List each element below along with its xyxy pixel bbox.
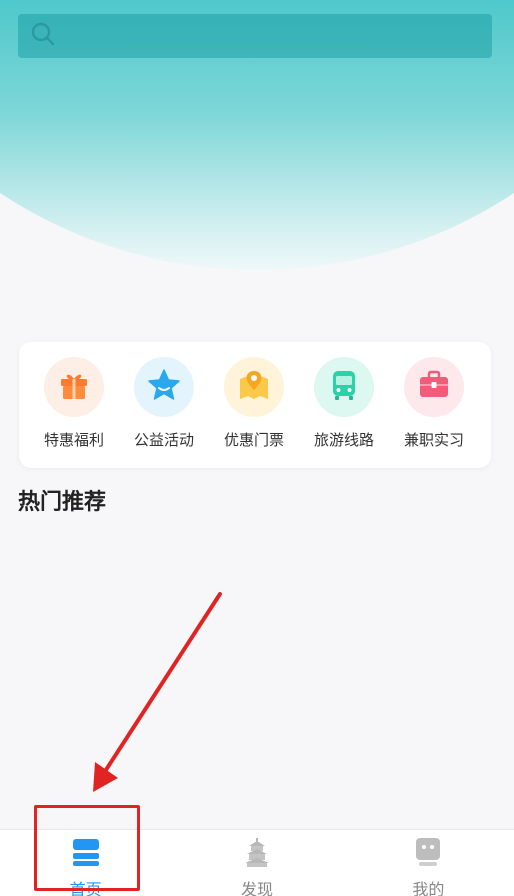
tab-label: 发现 [240,880,273,896]
search-bar[interactable] [18,14,492,58]
tab-label: 首页 [69,880,102,896]
home-layers-icon [70,836,102,872]
category-routes-circle [314,357,374,417]
bottom-tab-bar: 首页 发现 我的 [0,829,514,896]
category-label: 特惠福利 [43,431,104,449]
bus-icon [326,367,362,407]
category-label: 旅游线路 [313,431,374,449]
search-input[interactable] [64,14,492,58]
star-icon [146,367,182,407]
category-welfare[interactable]: 特惠福利 [41,357,107,468]
briefcase-icon [416,367,452,407]
category-label: 兼职实习 [403,431,464,449]
category-charity-circle [134,357,194,417]
gift-icon [56,367,92,407]
category-welfare-circle [44,357,104,417]
tab-discover[interactable]: 发现 [171,830,342,896]
pagoda-icon [241,836,273,872]
category-routes[interactable]: 旅游线路 [311,357,377,468]
category-label: 公益活动 [133,431,194,449]
category-label: 优惠门票 [223,431,284,449]
section-title: 热门推荐 [18,490,107,515]
category-charity[interactable]: 公益活动 [131,357,197,468]
category-tickets-circle [224,357,284,417]
category-grid: 特惠福利 公益活动 优惠门票 旅游线路 兼职实习 [19,342,491,468]
tab-label: 我的 [412,880,445,896]
profile-icon [412,836,444,872]
tab-profile[interactable]: 我的 [343,830,514,896]
search-icon [30,21,56,51]
header-banner [0,0,514,290]
category-jobs[interactable]: 兼职实习 [401,357,467,468]
map-pin-icon [236,367,272,407]
category-jobs-circle [404,357,464,417]
category-tickets[interactable]: 优惠门票 [221,357,287,468]
tab-home[interactable]: 首页 [0,830,171,896]
